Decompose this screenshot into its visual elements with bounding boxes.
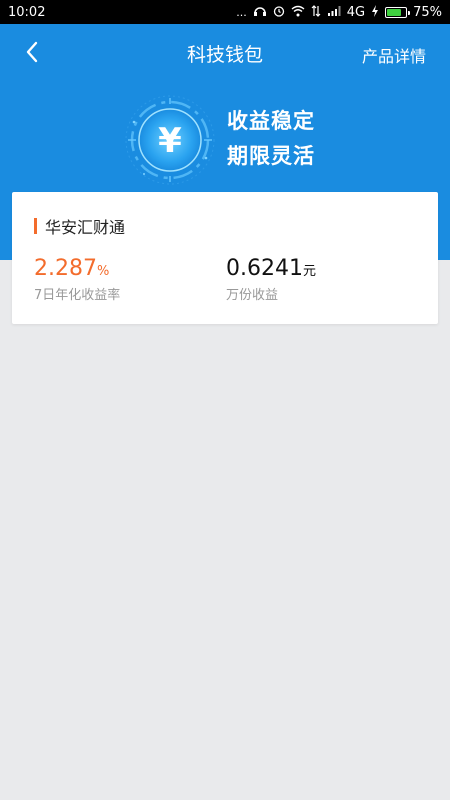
chevron-left-icon <box>26 41 38 63</box>
daily-income-value: 0.6241 <box>226 256 303 281</box>
yen-symbol: ¥ <box>158 121 182 161</box>
wifi-icon <box>291 5 305 19</box>
hero-line-1: 收益稳定 <box>227 109 315 133</box>
nav-bar: 科技钱包 产品详情 <box>0 24 450 82</box>
status-icons: ... 4G 75% <box>236 5 442 20</box>
hero-banner: ¥ 收益稳定 期限灵活 <box>122 92 342 192</box>
annual-rate-value-wrap: 2.287% <box>34 256 120 281</box>
more-dots-icon: ... <box>236 5 247 19</box>
battery-icon <box>385 6 411 18</box>
annual-rate-value: 2.287 <box>34 256 97 281</box>
data-transfer-icon <box>311 5 321 19</box>
status-time: 10:02 <box>8 4 46 20</box>
daily-income-unit: 元 <box>302 264 316 279</box>
product-card[interactable]: 华安汇财通 2.287% 7日年化收益率 0.6241元 万份收益 <box>12 192 438 324</box>
annual-rate-unit: % <box>96 264 110 279</box>
daily-income-label: 万份收益 <box>226 288 279 303</box>
headphone-icon <box>253 5 267 19</box>
charging-icon <box>371 5 379 19</box>
product-details-link[interactable]: 产品详情 <box>362 43 426 67</box>
daily-income-block: 0.6241元 万份收益 <box>226 256 316 303</box>
back-button[interactable] <box>18 38 46 66</box>
accent-bar <box>34 218 37 234</box>
network-type: 4G <box>346 4 366 20</box>
battery-percent: 75% <box>413 4 442 20</box>
product-name: 华安汇财通 <box>45 218 126 237</box>
hero-line-2: 期限灵活 <box>227 144 315 168</box>
yen-coin-icon: ¥ <box>125 95 215 185</box>
daily-income-value-wrap: 0.6241元 <box>226 256 316 281</box>
hero-slogan: 收益稳定 期限灵活 <box>227 104 315 174</box>
product-header: 华安汇财通 <box>34 214 125 238</box>
annual-rate-label: 7日年化收益率 <box>34 288 121 303</box>
signal-icon <box>327 5 341 19</box>
alarm-icon <box>273 5 285 19</box>
status-bar: 10:02 ... 4G 75% <box>0 0 450 24</box>
annual-rate-block: 2.287% 7日年化收益率 <box>34 256 120 303</box>
